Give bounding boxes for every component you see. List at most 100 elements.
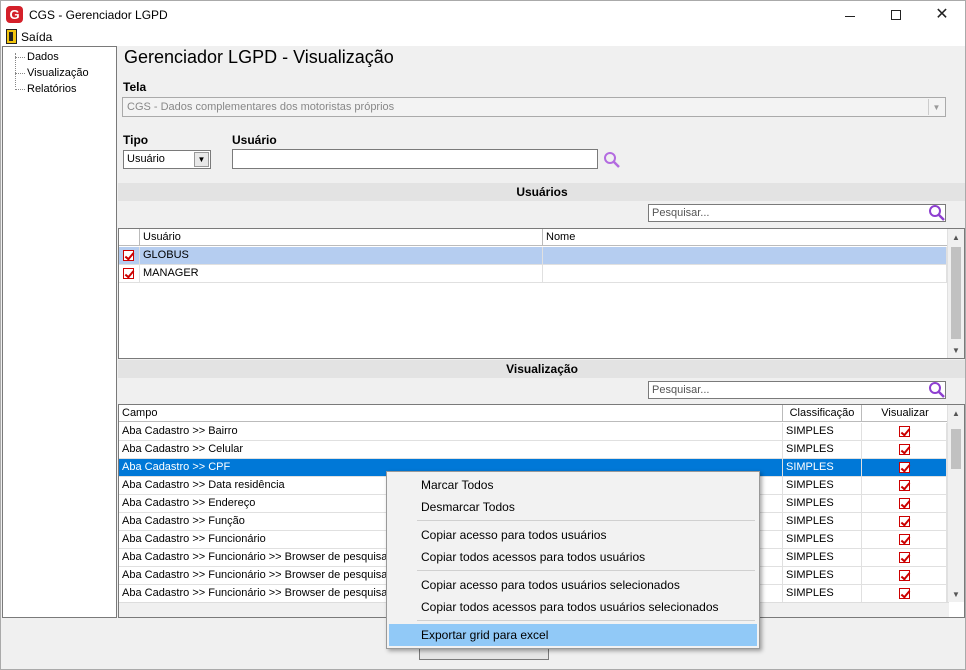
title-bar: G CGS - Gerenciador LGPD ✕ <box>0 0 966 28</box>
cell-visualizar[interactable] <box>862 531 947 549</box>
checkbox-checked-icon[interactable] <box>898 425 910 437</box>
cell-classificacao: SIMPLES <box>783 567 862 585</box>
tela-value: CGS - Dados complementares dos motorista… <box>127 101 395 113</box>
tree-connector <box>15 57 25 58</box>
close-button[interactable]: ✕ <box>919 1 965 29</box>
sidebar-tree: Dados Visualização Relatórios <box>2 46 117 618</box>
usuarios-grid: Usuário Nome GLOBUS MANAGER ▲ ▼ <box>118 228 965 359</box>
tipo-select[interactable]: Usuário ▼ <box>123 150 211 169</box>
menu-saida[interactable]: Saída <box>21 30 52 44</box>
cell-classificacao: SIMPLES <box>783 441 862 459</box>
menu-bar: Saída <box>0 28 966 46</box>
cell-classificacao: SIMPLES <box>783 459 862 477</box>
sidebar-item-relatorios[interactable]: Relatórios <box>27 83 77 95</box>
column-header-nome[interactable]: Nome <box>543 229 949 246</box>
cell-visualizar[interactable] <box>862 477 947 495</box>
tree-connector <box>15 73 25 74</box>
cell-visualizar[interactable] <box>862 459 947 477</box>
checkbox-checked-icon[interactable] <box>898 533 910 545</box>
scroll-down-icon[interactable]: ▼ <box>948 342 964 358</box>
checkbox-checked-icon[interactable] <box>123 249 134 261</box>
cell-classificacao: SIMPLES <box>783 477 862 495</box>
scroll-down-icon[interactable]: ▼ <box>948 586 964 602</box>
usuarios-search-input[interactable]: Pesquisar... <box>648 204 946 222</box>
visualizacao-section-header: Visualização <box>118 360 966 378</box>
checkbox-checked-icon[interactable] <box>898 479 910 491</box>
menu-separator <box>417 620 755 621</box>
row-checkbox[interactable] <box>119 247 140 265</box>
checkbox-checked-icon[interactable] <box>898 461 910 473</box>
menu-separator <box>417 570 755 571</box>
minimize-icon <box>845 15 855 17</box>
cell-visualizar[interactable] <box>862 549 947 567</box>
column-header-visualizar[interactable]: Visualizar <box>862 405 949 422</box>
usuario-label: Usuário <box>232 133 277 147</box>
menu-item-marcar-todos[interactable]: Marcar Todos <box>389 474 757 496</box>
cell-visualizar[interactable] <box>862 585 947 603</box>
table-row[interactable]: Aba Cadastro >> Celular SIMPLES <box>119 441 947 459</box>
minimize-button[interactable] <box>827 1 873 29</box>
row-checkbox[interactable] <box>119 265 140 283</box>
sidebar-item-dados[interactable]: Dados <box>27 51 59 63</box>
grid-header: Usuário Nome <box>119 229 949 246</box>
chevron-down-icon[interactable]: ▼ <box>928 99 944 115</box>
maximize-button[interactable] <box>873 1 919 29</box>
scroll-up-icon[interactable]: ▲ <box>948 405 964 421</box>
menu-item-desmarcar-todos[interactable]: Desmarcar Todos <box>389 496 757 518</box>
checkbox-checked-icon[interactable] <box>898 443 910 455</box>
menu-item-copiar-acesso-selecionados[interactable]: Copiar acesso para todos usuários seleci… <box>389 574 757 596</box>
checkbox-checked-icon[interactable] <box>898 587 910 599</box>
chevron-down-icon[interactable]: ▼ <box>194 152 209 167</box>
tela-select[interactable]: CGS - Dados complementares dos motorista… <box>122 97 946 117</box>
visualizacao-scrollbar[interactable]: ▲ ▼ <box>947 405 964 602</box>
table-row[interactable]: Aba Cadastro >> Bairro SIMPLES <box>119 423 947 441</box>
exit-door-icon[interactable] <box>6 29 17 44</box>
menu-item-copiar-acesso-todos[interactable]: Copiar acesso para todos usuários <box>389 524 757 546</box>
checkbox-checked-icon[interactable] <box>898 569 910 581</box>
grid-header-check <box>119 229 140 246</box>
cell-usuario: MANAGER <box>140 265 543 283</box>
context-menu: Marcar Todos Desmarcar Todos Copiar aces… <box>386 471 760 649</box>
usuarios-section-header: Usuários <box>118 183 966 201</box>
cell-nome <box>543 265 947 283</box>
search-icon[interactable] <box>603 151 621 169</box>
search-icon[interactable] <box>928 381 946 399</box>
checkbox-checked-icon[interactable] <box>898 515 910 527</box>
table-row[interactable]: GLOBUS <box>119 247 947 265</box>
menu-item-exportar-excel[interactable]: Exportar grid para excel <box>389 624 757 646</box>
cell-classificacao: SIMPLES <box>783 423 862 441</box>
menu-item-copiar-todos-acessos-todos[interactable]: Copiar todos acessos para todos usuários <box>389 546 757 568</box>
visualizacao-search-input[interactable]: Pesquisar... <box>648 381 946 399</box>
close-icon: ✕ <box>935 6 949 23</box>
cell-visualizar[interactable] <box>862 513 947 531</box>
cell-usuario: GLOBUS <box>140 247 543 265</box>
checkbox-checked-icon[interactable] <box>898 551 910 563</box>
usuarios-scrollbar[interactable]: ▲ ▼ <box>947 229 964 358</box>
search-icon[interactable] <box>928 204 946 222</box>
checkbox-checked-icon[interactable] <box>123 267 134 279</box>
cell-nome <box>543 247 947 265</box>
usuario-input[interactable] <box>232 149 598 169</box>
menu-item-copiar-todos-acessos-selecionados[interactable]: Copiar todos acessos para todos usuários… <box>389 596 757 618</box>
tela-label: Tela <box>123 80 147 94</box>
scroll-up-icon[interactable]: ▲ <box>948 229 964 245</box>
sidebar-item-visualizacao[interactable]: Visualização <box>27 67 89 79</box>
cell-visualizar[interactable] <box>862 567 947 585</box>
cell-visualizar[interactable] <box>862 441 947 459</box>
scroll-thumb[interactable] <box>951 247 961 339</box>
tree-connector <box>15 89 25 90</box>
cell-visualizar[interactable] <box>862 423 947 441</box>
cell-classificacao: SIMPLES <box>783 585 862 603</box>
table-row[interactable]: MANAGER <box>119 265 947 283</box>
cell-visualizar[interactable] <box>862 495 947 513</box>
scroll-thumb[interactable] <box>951 429 961 469</box>
checkbox-checked-icon[interactable] <box>898 497 910 509</box>
tipo-value: Usuário <box>127 153 165 165</box>
column-header-usuario[interactable]: Usuário <box>140 229 543 246</box>
column-header-campo[interactable]: Campo <box>119 405 783 422</box>
column-header-classificacao[interactable]: Classificação <box>783 405 862 422</box>
page-title: Gerenciador LGPD - Visualização <box>124 47 394 67</box>
cell-classificacao: SIMPLES <box>783 531 862 549</box>
tipo-label: Tipo <box>123 133 149 147</box>
grid-header: Campo Classificação Visualizar <box>119 405 949 422</box>
